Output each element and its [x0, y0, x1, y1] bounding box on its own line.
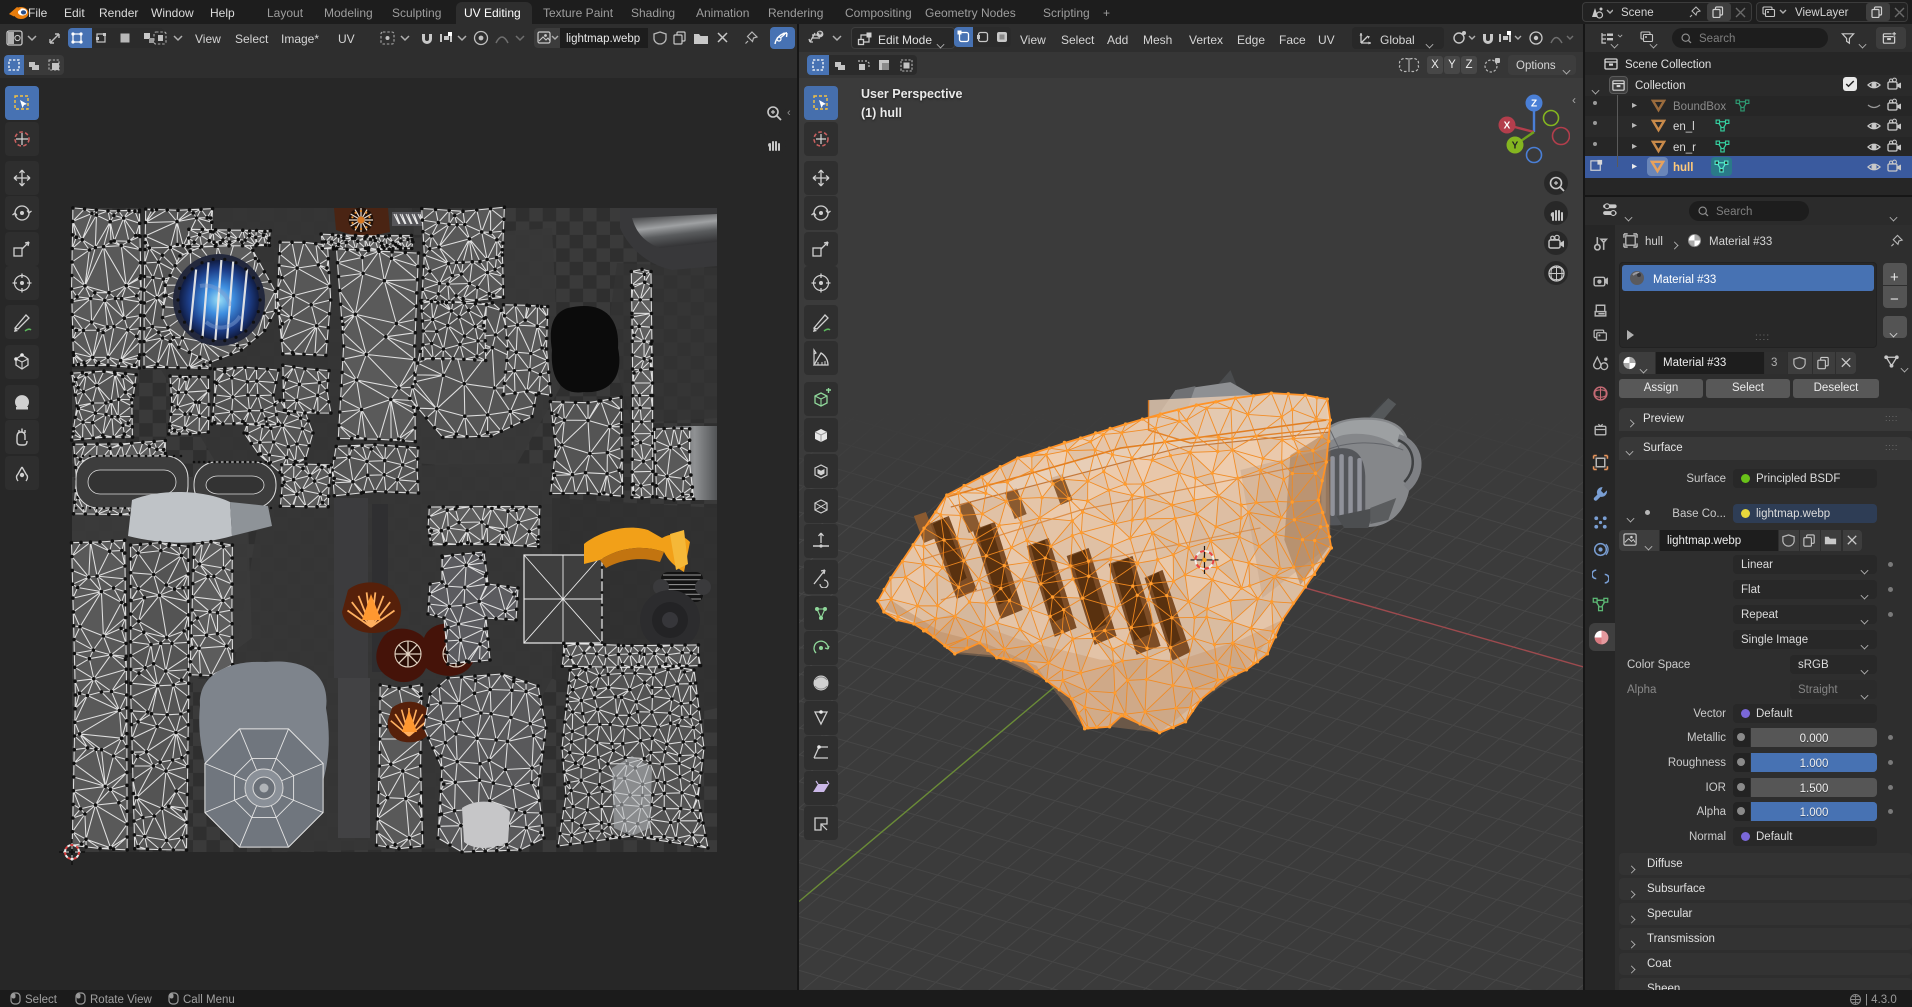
- svg-text:Z: Z: [1531, 99, 1537, 110]
- svg-text:X: X: [1504, 121, 1511, 132]
- svg-text:Y: Y: [1512, 141, 1519, 152]
